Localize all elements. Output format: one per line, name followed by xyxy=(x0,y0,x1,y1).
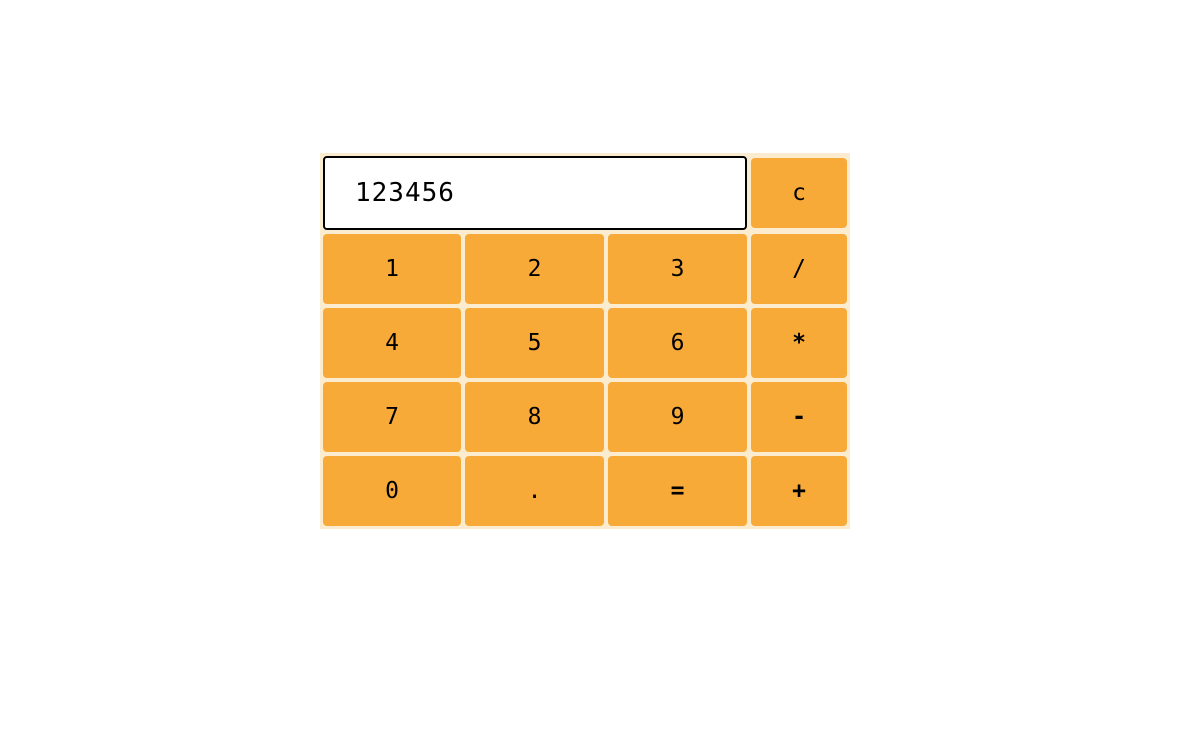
subtract-button[interactable]: - xyxy=(751,382,847,452)
digit-8-button[interactable]: 8 xyxy=(465,382,604,452)
decimal-button[interactable]: . xyxy=(465,456,604,526)
digit-0-button[interactable]: 0 xyxy=(323,456,461,526)
digit-1-button[interactable]: 1 xyxy=(323,234,461,304)
clear-button[interactable]: c xyxy=(751,158,847,228)
add-button[interactable]: + xyxy=(751,456,847,526)
multiply-button[interactable]: * xyxy=(751,308,847,378)
display-field: 123456 xyxy=(323,156,747,230)
digit-7-button[interactable]: 7 xyxy=(323,382,461,452)
digit-4-button[interactable]: 4 xyxy=(323,308,461,378)
digit-9-button[interactable]: 9 xyxy=(608,382,747,452)
digit-6-button[interactable]: 6 xyxy=(608,308,747,378)
display-value: 123456 xyxy=(355,178,455,208)
divide-button[interactable]: / xyxy=(751,234,847,304)
digit-5-button[interactable]: 5 xyxy=(465,308,604,378)
digit-2-button[interactable]: 2 xyxy=(465,234,604,304)
calculator: 123456 c 1 2 3 / 4 5 6 * 7 8 9 - 0 . = + xyxy=(320,153,850,529)
digit-3-button[interactable]: 3 xyxy=(608,234,747,304)
equals-button[interactable]: = xyxy=(608,456,747,526)
